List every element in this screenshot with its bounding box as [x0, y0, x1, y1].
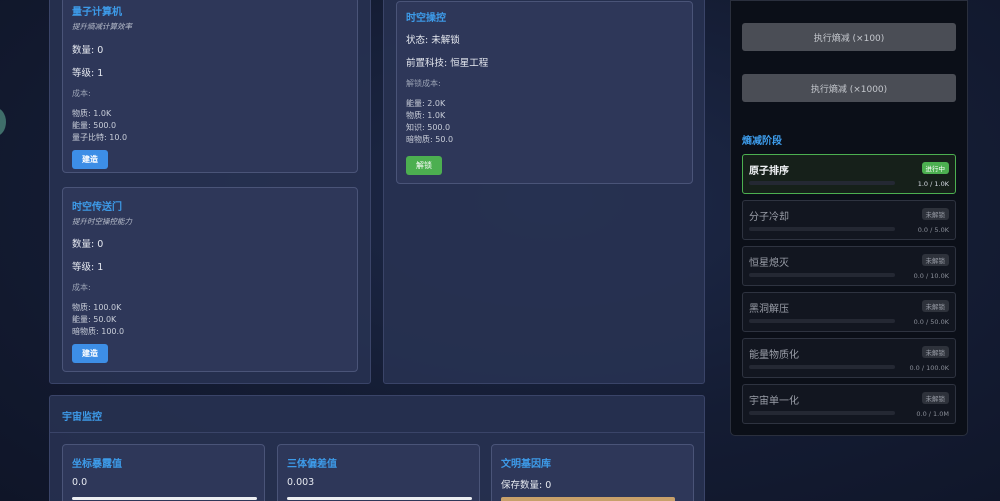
cost-item: 能量: 500.0 — [72, 121, 117, 130]
status-badge: 进行中 — [921, 162, 949, 174]
monitor-title: 宇宙监控 — [62, 412, 102, 423]
research-panel: 时空操控 状态: 未解锁 前置科技: 恒星工程 解锁成本: 能量: 2.0K 物… — [383, 0, 705, 384]
status-badge: 未解锁 — [921, 346, 949, 358]
divider — [50, 432, 704, 433]
cost-item: 物质: 1.0K — [72, 109, 112, 118]
card-title: 三体偏差值 — [287, 459, 337, 470]
level-text: 等级: 1 — [72, 68, 104, 79]
cost-item: 能量: 2.0K — [406, 99, 446, 108]
cost-item: 知识: 500.0 — [406, 123, 451, 132]
stage-progress-text: 0.0 / 10.0K — [913, 272, 949, 280]
card-title: 文明基因库 — [501, 459, 551, 470]
count-text: 数量: 0 — [72, 45, 104, 56]
stage-name: 原子排序 — [749, 166, 789, 177]
cost-list: 能量: 2.0K 物质: 1.0K 知识: 500.0 暗物质: 50.0 — [406, 98, 453, 146]
status-badge: 未解锁 — [921, 300, 949, 312]
stage-progress-bar — [749, 411, 895, 415]
status-text: 状态: 未解锁 — [406, 35, 460, 46]
stage-energy-materialization[interactable]: 能量物质化 未解锁 0.0 / 100.0K — [742, 338, 956, 378]
stage-blackhole-decompression[interactable]: 黑洞解压 未解锁 0.0 / 50.0K — [742, 292, 956, 332]
cost-item: 暗物质: 50.0 — [406, 135, 454, 144]
deviation-bar — [287, 497, 472, 500]
stage-name: 黑洞解压 — [749, 304, 789, 315]
research-card-spacetime: 时空操控 状态: 未解锁 前置科技: 恒星工程 解锁成本: 能量: 2.0K 物… — [396, 1, 693, 184]
stage-progress-text: 0.0 / 1.0M — [916, 410, 949, 418]
cost-list: 物质: 1.0K 能量: 500.0 量子比特: 10.0 — [72, 108, 127, 144]
value-text: 0.0 — [72, 477, 88, 488]
exposure-bar — [72, 497, 257, 500]
stage-progress-bar — [749, 319, 895, 323]
card-title: 时空传送门 — [72, 202, 122, 213]
build-button[interactable]: 建造 — [72, 344, 108, 363]
execute-entropy-1000-button[interactable]: 执行熵减 (×1000) — [742, 74, 956, 102]
save-button[interactable] — [501, 497, 675, 501]
build-button[interactable]: 建造 — [72, 150, 108, 169]
cost-label: 成本: — [72, 89, 91, 98]
stage-atomic-ordering[interactable]: 原子排序 进行中 1.0 / 1.0K — [742, 154, 956, 194]
card-title: 坐标暴露值 — [72, 459, 122, 470]
execute-entropy-100-button[interactable]: 执行熵减 (×100) — [742, 23, 956, 51]
monitor-card-genebank: 文明基因库 保存数量: 0 — [491, 444, 694, 501]
cost-item: 物质: 100.0K — [72, 303, 122, 312]
cost-item: 量子比特: 10.0 — [72, 133, 128, 142]
stage-universe-unification[interactable]: 宇宙单一化 未解锁 0.0 / 1.0M — [742, 384, 956, 424]
stage-progress-bar — [749, 181, 895, 185]
stage-name: 宇宙单一化 — [749, 396, 799, 407]
stage-stellar-extinction[interactable]: 恒星熄灭 未解锁 0.0 / 10.0K — [742, 246, 956, 286]
stage-progress-text: 0.0 / 5.0K — [917, 226, 949, 234]
stage-molecular-cooling[interactable]: 分子冷却 未解锁 0.0 / 5.0K — [742, 200, 956, 240]
stage-progress-text: 0.0 / 100.0K — [909, 364, 949, 372]
cost-label: 解锁成本: — [406, 79, 441, 88]
entropy-panel: 执行熵减 (×100) 执行熵减 (×1000) 熵减阶段 原子排序 进行中 1… — [730, 0, 968, 436]
stages-title: 熵减阶段 — [742, 136, 782, 147]
card-title: 量子计算机 — [72, 7, 122, 18]
value-text: 保存数量: 0 — [501, 480, 552, 491]
stage-progress-bar — [749, 227, 895, 231]
status-badge: 未解锁 — [921, 208, 949, 220]
monitor-card-exposure: 坐标暴露值 0.0 — [62, 444, 265, 501]
status-badge: 未解锁 — [921, 392, 949, 404]
building-panel: 量子计算机 提升熵减计算效率 数量: 0 等级: 1 成本: 物质: 1.0K … — [49, 0, 371, 384]
value-text: 0.003 — [287, 477, 315, 488]
stage-name: 能量物质化 — [749, 350, 799, 361]
cost-label: 成本: — [72, 283, 91, 292]
cost-item: 能量: 50.0K — [72, 315, 117, 324]
monitor-card-deviation: 三体偏差值 0.003 — [277, 444, 480, 501]
status-badge: 未解锁 — [921, 254, 949, 266]
stage-name: 分子冷却 — [749, 212, 789, 223]
stage-progress-text: 0.0 / 50.0K — [913, 318, 949, 326]
stage-progress-text: 1.0 / 1.0K — [917, 180, 949, 188]
decorative-orb — [0, 108, 6, 136]
building-card-quantum: 量子计算机 提升熵减计算效率 数量: 0 等级: 1 成本: 物质: 1.0K … — [62, 0, 358, 173]
card-subtitle: 提升时空操控能力 — [72, 217, 132, 226]
building-card-portal: 时空传送门 提升时空操控能力 数量: 0 等级: 1 成本: 物质: 100.0… — [62, 187, 358, 372]
unlock-button[interactable]: 解锁 — [406, 156, 442, 175]
count-text: 数量: 0 — [72, 239, 104, 250]
stage-progress-bar — [749, 273, 895, 277]
level-text: 等级: 1 — [72, 262, 104, 273]
card-title: 时空操控 — [406, 13, 446, 24]
cost-item: 暗物质: 100.0 — [72, 327, 125, 336]
universe-monitor: 宇宙监控 坐标暴露值 0.0 三体偏差值 0.003 文明基因库 保存数量: 0 — [49, 395, 705, 501]
cost-list: 物质: 100.0K 能量: 50.0K 暗物质: 100.0 — [72, 302, 124, 338]
stage-name: 恒星熄灭 — [749, 258, 789, 269]
prereq-text: 前置科技: 恒星工程 — [406, 58, 489, 69]
card-subtitle: 提升熵减计算效率 — [72, 22, 132, 31]
stage-progress-bar — [749, 365, 895, 369]
cost-item: 物质: 1.0K — [406, 111, 446, 120]
